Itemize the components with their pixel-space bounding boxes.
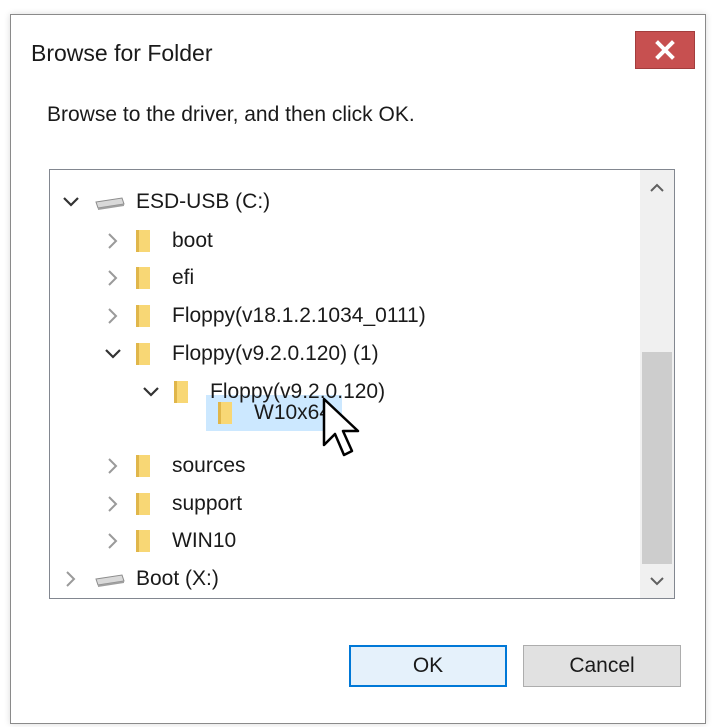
window-title: Browse for Folder bbox=[31, 40, 213, 66]
tree-item-win10[interactable]: WIN10 bbox=[102, 524, 240, 558]
folder-icon bbox=[136, 455, 150, 477]
tree-item-esd-usb[interactable]: ESD-USB (C:) bbox=[60, 185, 274, 219]
drive-icon bbox=[95, 197, 125, 210]
chevron-down-icon[interactable] bbox=[140, 381, 162, 403]
scrollbar-thumb[interactable] bbox=[642, 352, 672, 564]
mouse-cursor-icon bbox=[322, 397, 360, 457]
instruction-text: Browse to the driver, and then click OK. bbox=[47, 103, 415, 126]
folder-icon bbox=[136, 530, 150, 552]
tree-item-boot[interactable]: boot bbox=[102, 224, 217, 258]
scroll-up-button[interactable] bbox=[640, 170, 674, 204]
tree-item-floppy-v9-1[interactable]: Floppy(v9.2.0.120) (1) bbox=[102, 337, 383, 371]
tree-item-label: boot bbox=[172, 229, 213, 252]
tree-item-label: ESD-USB (C:) bbox=[136, 190, 271, 213]
chevron-right-icon[interactable] bbox=[102, 530, 124, 552]
folder-icon bbox=[174, 381, 188, 403]
tree-item-sources[interactable]: sources bbox=[102, 449, 250, 483]
tree-item-floppy-v18[interactable]: Floppy(v18.1.2.1034_0111) bbox=[102, 299, 430, 333]
chevron-down-icon bbox=[650, 576, 664, 585]
tree-item-efi[interactable]: efi bbox=[102, 261, 198, 295]
chevron-up-icon bbox=[650, 183, 664, 192]
folder-icon bbox=[136, 267, 150, 289]
tree-item-boot-x[interactable]: Boot (X:) bbox=[60, 562, 223, 596]
chevron-right-icon[interactable] bbox=[102, 305, 124, 327]
scroll-down-button[interactable] bbox=[640, 564, 674, 598]
chevron-down-icon[interactable] bbox=[60, 191, 82, 213]
vertical-scrollbar[interactable] bbox=[640, 170, 674, 598]
close-button[interactable] bbox=[635, 31, 695, 69]
chevron-down-icon[interactable] bbox=[102, 343, 124, 365]
tree-item-label: WIN10 bbox=[172, 529, 237, 552]
browse-for-folder-dialog: Browse for Folder Browse to the driver, … bbox=[10, 14, 706, 724]
chevron-right-icon[interactable] bbox=[102, 230, 124, 252]
folder-icon bbox=[136, 343, 150, 365]
tree-item-support[interactable]: support bbox=[102, 487, 246, 521]
drive-icon bbox=[95, 574, 125, 587]
tree-item-label: efi bbox=[172, 266, 195, 289]
chevron-right-icon[interactable] bbox=[102, 267, 124, 289]
tree-item-label: Floppy(v9.2.0.120) (1) bbox=[172, 342, 379, 365]
chevron-right-icon[interactable] bbox=[102, 493, 124, 515]
tree-item-label: Floppy(v18.1.2.1034_0111) bbox=[172, 304, 426, 327]
ok-button[interactable]: OK bbox=[349, 645, 507, 687]
tree-item-label: support bbox=[172, 492, 243, 515]
folder-icon bbox=[136, 305, 150, 327]
tree-item-label: Boot (X:) bbox=[136, 567, 219, 590]
folder-icon bbox=[218, 402, 232, 424]
folder-icon bbox=[136, 493, 150, 515]
close-icon bbox=[655, 40, 675, 60]
cancel-button[interactable]: Cancel bbox=[523, 645, 681, 687]
folder-tree[interactable]: ESD-USB (C:) boot efi Floppy(v18.1.2.103… bbox=[49, 169, 675, 599]
chevron-right-icon[interactable] bbox=[102, 455, 124, 477]
tree-item-label: sources bbox=[172, 454, 246, 477]
folder-icon bbox=[136, 230, 150, 252]
tree-item-w10x64[interactable]: W10x64 bbox=[216, 396, 335, 430]
title-bar[interactable]: Browse for Folder bbox=[11, 15, 705, 87]
chevron-right-icon[interactable] bbox=[60, 568, 82, 590]
